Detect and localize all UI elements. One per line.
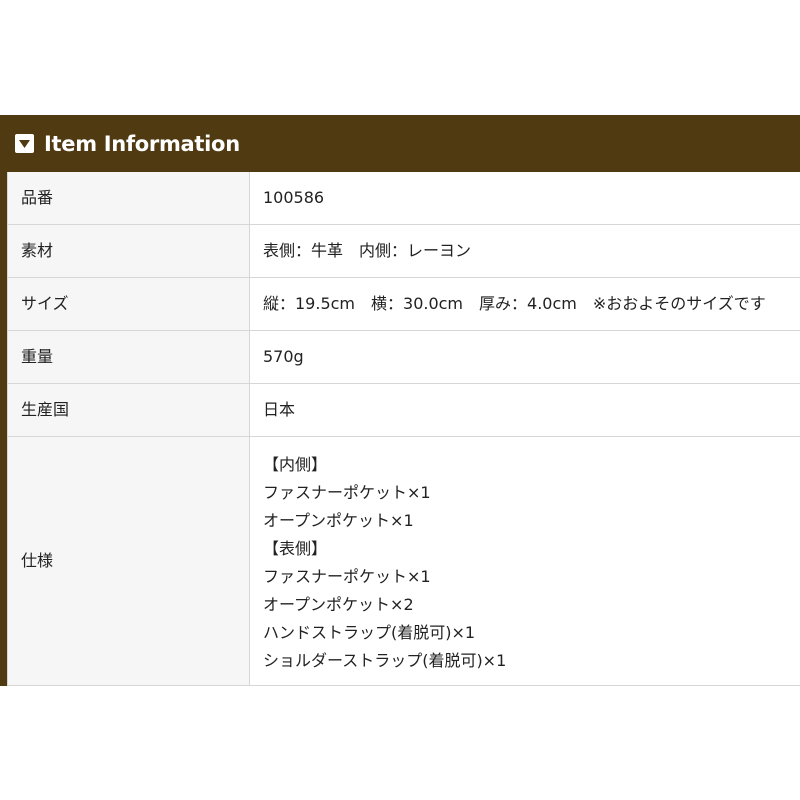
caret-down-icon[interactable] [15,134,34,153]
spec-value: 縦：19.5cm 横：30.0cm 厚み：4.0cm ※おおよそのサイズです [249,277,800,331]
spec-row-country: 生産国 日本 [7,383,800,437]
spec-value: 100586 [249,172,800,225]
spec-row-material: 素材 表側：牛革 内側：レーヨン [7,224,800,278]
section-title: Item Information [44,131,240,156]
spec-label: 生産国 [7,383,250,437]
spec-table: 品番 100586 素材 表側：牛革 内側：レーヨン サイズ 縦：19.5cm … [7,172,800,686]
caret-down-glyph [19,139,30,148]
feature-line: 【表側】 [263,539,328,558]
spec-label: サイズ [7,277,250,331]
feature-line: ファスナーポケット×1 [263,483,431,502]
spec-row-weight: 重量 570g [7,330,800,384]
item-information-panel: Item Information 品番 100586 素材 表側：牛革 内側：レ… [0,115,800,686]
feature-line: オープンポケット×2 [263,595,414,614]
feature-line: 【内側】 [263,455,328,474]
spec-value: 日本 [249,383,800,437]
feature-line: ファスナーポケット×1 [263,567,431,586]
spec-label: 仕様 [7,436,250,686]
item-information-header[interactable]: Item Information [0,115,800,172]
feature-line: ショルダーストラップ(着脱可)×1 [263,651,507,670]
spec-value-features: 【内側】 ファスナーポケット×1 オープンポケット×1 【表側】 ファスナーポケ… [249,436,800,686]
spec-value: 表側：牛革 内側：レーヨン [249,224,800,278]
spec-row-size: サイズ 縦：19.5cm 横：30.0cm 厚み：4.0cm ※おおよそのサイズ… [7,277,800,331]
spec-row-item-number: 品番 100586 [7,172,800,225]
spec-label: 重量 [7,330,250,384]
spec-row-features: 仕様 【内側】 ファスナーポケット×1 オープンポケット×1 【表側】 ファスナ… [7,436,800,686]
spec-value: 570g [249,330,800,384]
page: Item Information 品番 100586 素材 表側：牛革 内側：レ… [0,0,800,800]
spec-label: 素材 [7,224,250,278]
spec-label: 品番 [7,172,250,225]
feature-line: ハンドストラップ(着脱可)×1 [263,623,476,642]
feature-line: オープンポケット×1 [263,511,414,530]
